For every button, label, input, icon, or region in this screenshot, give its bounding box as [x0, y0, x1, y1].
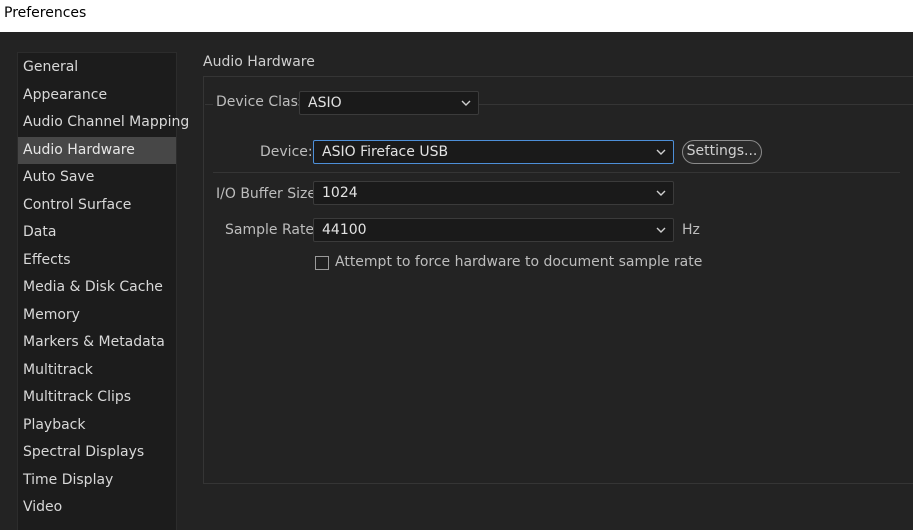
panel-frame [203, 76, 913, 484]
chevron-down-icon [655, 219, 667, 241]
sample-rate-value: 44100 [322, 222, 367, 238]
device-class-dropdown[interactable]: ASIO [299, 91, 479, 115]
group-divider-right [479, 104, 913, 105]
buffer-size-dropdown[interactable]: 1024 [313, 181, 674, 205]
title-bar: Preferences [0, 0, 913, 32]
settings-button[interactable]: Settings... [682, 140, 762, 164]
sidebar-item-memory[interactable]: Memory [18, 302, 176, 329]
sidebar-item-control-surface[interactable]: Control Surface [18, 192, 176, 219]
audio-hardware-panel: Audio Hardware Device Class: ASIO Device… [203, 52, 913, 484]
sidebar-item-media-disk-cache[interactable]: Media & Disk Cache [18, 274, 176, 301]
sidebar-item-multitrack[interactable]: Multitrack [18, 357, 176, 384]
device-class-value: ASIO [308, 95, 342, 111]
buffer-size-label: I/O Buffer Size: [216, 186, 321, 202]
sidebar-item-data[interactable]: Data [18, 219, 176, 246]
sidebar-item-playback[interactable]: Playback [18, 412, 176, 439]
sidebar-item-markers-metadata[interactable]: Markers & Metadata [18, 329, 176, 356]
sample-rate-unit: Hz [682, 222, 700, 238]
sample-rate-dropdown[interactable]: 44100 [313, 218, 674, 242]
sample-rate-label: Sample Rate: [225, 222, 319, 238]
panel-title: Audio Hardware [203, 54, 315, 70]
device-value: ASIO Fireface USB [322, 144, 449, 160]
sidebar-item-auto-save[interactable]: Auto Save [18, 164, 176, 191]
sidebar-item-appearance[interactable]: Appearance [18, 82, 176, 109]
device-divider [213, 172, 900, 173]
window-title: Preferences [4, 5, 87, 21]
sidebar-item-multitrack-clips[interactable]: Multitrack Clips [18, 384, 176, 411]
force-sample-rate-checkbox[interactable] [315, 256, 329, 270]
sidebar-item-spectral-displays[interactable]: Spectral Displays [18, 439, 176, 466]
device-label: Device: [260, 144, 313, 160]
sidebar-item-audio-channel-mapping[interactable]: Audio Channel Mapping [18, 109, 189, 136]
device-class-label: Device Class: [216, 94, 310, 110]
buffer-size-value: 1024 [322, 185, 358, 201]
sidebar-item-effects[interactable]: Effects [18, 247, 176, 274]
chevron-down-icon [655, 141, 667, 163]
group-divider-left [205, 104, 213, 105]
preferences-sidebar: General Appearance Audio Channel Mapping… [17, 52, 189, 530]
chevron-down-icon [460, 92, 472, 114]
force-sample-rate-label[interactable]: Attempt to force hardware to document sa… [335, 254, 702, 270]
sidebar-item-audio-hardware[interactable]: Audio Hardware [18, 136, 176, 164]
sidebar-item-general[interactable]: General [18, 54, 176, 81]
chevron-down-icon [655, 182, 667, 204]
sidebar-item-time-display[interactable]: Time Display [18, 467, 176, 494]
sidebar-item-video[interactable]: Video [18, 494, 176, 521]
device-dropdown[interactable]: ASIO Fireface USB [313, 140, 674, 164]
